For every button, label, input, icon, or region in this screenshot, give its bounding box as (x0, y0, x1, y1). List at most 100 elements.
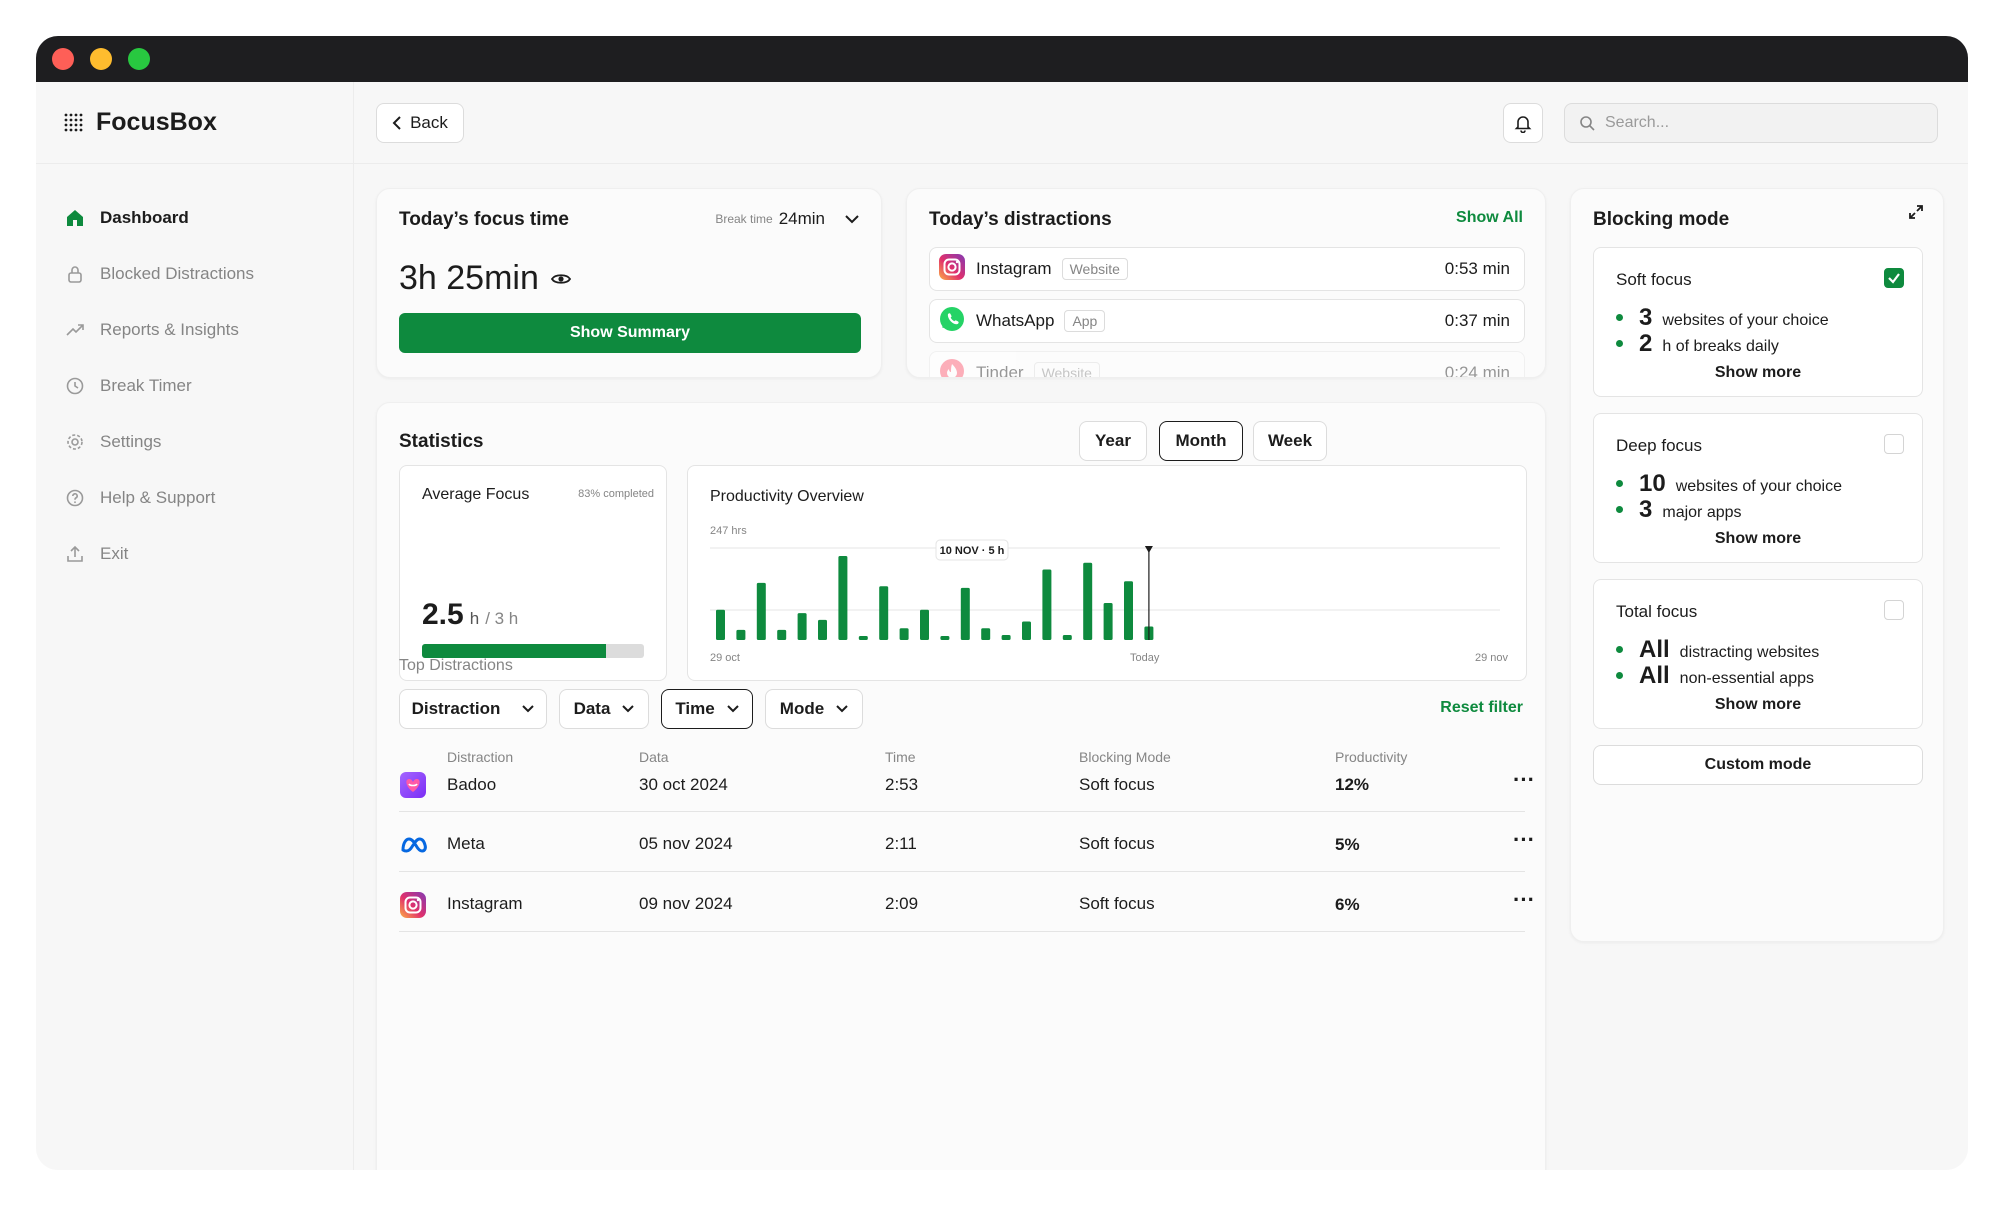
chart-bar[interactable] (960, 587, 970, 640)
chart-bar[interactable] (1022, 621, 1031, 640)
mode-deep-focus[interactable]: Deep focus 10 websites of your choice 3 ma… (1593, 413, 1923, 563)
sidebar-item-blocked-distractions[interactable]: Blocked Distractions (36, 246, 353, 302)
filter-data-dropdown[interactable]: Data (559, 689, 649, 729)
top-bar: Back (354, 82, 1968, 164)
chevron-down-icon (726, 705, 739, 713)
row-distraction: Badoo (447, 775, 497, 794)
sidebar-item-help[interactable]: Help & Support (36, 470, 353, 526)
period-year-button[interactable]: Year (1079, 421, 1147, 461)
productivity-chart: 247 hrs 10 NOV · 5 h (710, 525, 1500, 640)
sidebar-item-label: Exit (100, 544, 129, 563)
eye-icon[interactable] (550, 272, 571, 286)
chevron-down-icon (622, 705, 635, 713)
sidebar-item-label: Break Timer (100, 376, 192, 395)
filter-mode-dropdown[interactable]: Mode (765, 689, 863, 729)
show-more-link[interactable]: Show more (1594, 696, 1922, 714)
more-options-icon[interactable]: ··· (1513, 767, 1535, 793)
mode-checkbox[interactable] (1884, 600, 1904, 620)
sidebar-item-exit[interactable]: Exit (36, 526, 353, 582)
help-icon (64, 487, 86, 509)
row-divider (399, 871, 1525, 872)
chart-bar[interactable] (1103, 603, 1113, 640)
sidebar-item-break-timer[interactable]: Break Timer (36, 358, 353, 414)
show-more-link[interactable]: Show more (1594, 530, 1922, 548)
filter-label: Distraction (411, 699, 501, 718)
distraction-item[interactable]: Tinder Website 0:24 min (929, 351, 1525, 377)
top-distractions-title: Top Distractions (399, 657, 513, 674)
tooltip-label: 10 NOV · 5 h (940, 545, 1005, 557)
filter-time-dropdown[interactable]: Time (661, 689, 753, 729)
column-header[interactable]: Time (885, 749, 916, 765)
feature-count: 10 (1639, 470, 1666, 497)
mode-checkbox[interactable] (1884, 434, 1904, 454)
row-time: 2:09 (885, 894, 919, 913)
reset-filter-link[interactable]: Reset filter (1440, 699, 1523, 717)
sidebar-item-settings[interactable]: Settings (36, 414, 353, 470)
distraction-item[interactable]: WhatsApp App 0:37 min (929, 299, 1525, 343)
blocking-mode-card: Blocking mode Soft focus 3 websites of yo… (1570, 188, 1944, 942)
chart-bar[interactable] (1001, 634, 1011, 640)
row-divider (399, 811, 1525, 812)
custom-mode-button[interactable]: Custom mode (1593, 745, 1923, 785)
chart-bar[interactable] (981, 628, 991, 640)
app-window: FocusBox Dashboard Blocked Distractions (36, 36, 1968, 1170)
column-header[interactable]: Data (639, 749, 669, 765)
show-summary-button[interactable]: Show Summary (399, 313, 861, 353)
column-header[interactable]: Productivity (1335, 749, 1407, 765)
distraction-type-badge: Website (1061, 258, 1128, 280)
main-content: Back Today’s focus time Break time 24min (354, 82, 1968, 1170)
search-icon (1580, 116, 1595, 131)
distractions-title: Today’s distractions (929, 209, 1112, 230)
mode-soft-focus[interactable]: Soft focus 3 websites of your choice 2 h o… (1593, 247, 1923, 397)
mode-checkbox[interactable] (1884, 268, 1904, 288)
chart-bar[interactable] (838, 556, 848, 640)
lock-icon (64, 263, 86, 285)
mode-total-focus[interactable]: Total focus All distracting websites All n… (1593, 579, 1923, 729)
sidebar-item-reports[interactable]: Reports & Insights (36, 302, 353, 358)
back-button[interactable]: Back (376, 103, 464, 143)
more-options-icon[interactable]: ··· (1513, 887, 1535, 913)
chart-bar[interactable] (797, 613, 807, 640)
chart-bar[interactable] (899, 628, 909, 640)
overview-title: Productivity Overview (710, 488, 864, 505)
chart-bar[interactable] (920, 609, 929, 640)
chart-bar[interactable] (736, 629, 746, 640)
chart-bar[interactable] (940, 636, 950, 640)
more-options-icon[interactable]: ··· (1513, 827, 1535, 853)
period-month-button[interactable]: Month (1159, 421, 1243, 461)
whatsapp-icon (938, 305, 966, 338)
close-window-button[interactable] (52, 48, 74, 70)
search-input[interactable] (1605, 114, 1925, 132)
chart-bar[interactable] (1124, 581, 1133, 640)
chart-bar[interactable] (858, 636, 868, 640)
break-time-selector[interactable]: Break time 24min (715, 209, 859, 229)
filter-label: Mode (779, 699, 825, 718)
chart-bar[interactable] (777, 629, 787, 640)
minimize-window-button[interactable] (90, 48, 112, 70)
chart-bar[interactable] (818, 619, 827, 640)
show-more-link[interactable]: Show more (1594, 364, 1922, 382)
distraction-time: 0:53 min (1444, 259, 1510, 278)
feature-count: 3 (1639, 496, 1653, 523)
completion-label: 83% completed (578, 488, 654, 500)
maximize-window-button[interactable] (128, 48, 150, 70)
notifications-button[interactable] (1503, 103, 1543, 143)
chart-bar[interactable] (716, 609, 725, 640)
sidebar-item-dashboard[interactable]: Dashboard (36, 190, 353, 246)
row-distraction: Meta (447, 834, 485, 853)
chart-bar[interactable] (756, 582, 766, 640)
period-week-button[interactable]: Week (1253, 421, 1327, 461)
column-header[interactable]: Blocking Mode (1079, 749, 1171, 765)
chart-bar[interactable] (1083, 562, 1093, 640)
chart-bar[interactable] (1042, 569, 1052, 640)
sidebar: FocusBox Dashboard Blocked Distractions (36, 82, 354, 1170)
today-marker-handle[interactable] (1144, 546, 1153, 553)
show-all-link[interactable]: Show All (1456, 209, 1523, 227)
row-date: 30 oct 2024 (639, 775, 728, 794)
distraction-item[interactable]: Instagram Website 0:53 min (929, 247, 1525, 291)
expand-icon[interactable] (1909, 205, 1923, 224)
chart-bar[interactable] (879, 586, 889, 640)
chart-bar[interactable] (1062, 634, 1072, 640)
column-header[interactable]: Distraction (447, 749, 513, 765)
filter-distraction-dropdown[interactable]: Distraction (399, 689, 547, 729)
